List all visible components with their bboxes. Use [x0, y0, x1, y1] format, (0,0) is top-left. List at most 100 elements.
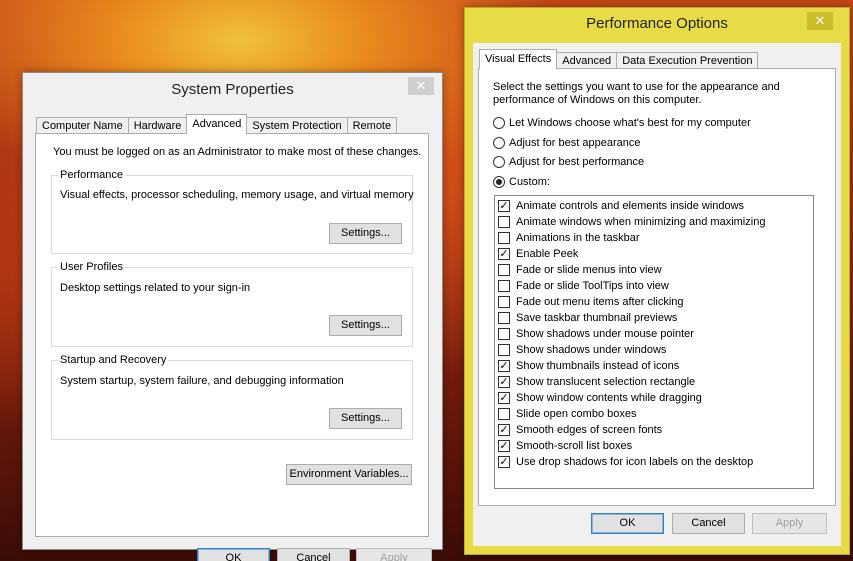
- effect-option[interactable]: Save taskbar thumbnail previews: [498, 310, 677, 326]
- close-icon[interactable]: ✕: [408, 77, 434, 95]
- tab-system-protection[interactable]: System Protection: [246, 117, 348, 134]
- checkbox-unchecked[interactable]: [498, 312, 510, 324]
- radio-label: Custom:: [509, 176, 550, 188]
- performance-group-title: Performance: [58, 169, 125, 181]
- startup-recovery-settings-button[interactable]: Settings...: [329, 408, 402, 429]
- radio-label: Adjust for best appearance: [509, 137, 641, 149]
- effect-option[interactable]: Slide open combo boxes: [498, 406, 636, 422]
- cancel-button[interactable]: Cancel: [277, 548, 350, 561]
- checkbox-unchecked[interactable]: [498, 328, 510, 340]
- checkbox-checked[interactable]: ✓: [498, 456, 510, 468]
- radio-button[interactable]: [493, 156, 505, 168]
- effect-option[interactable]: Show shadows under windows: [498, 342, 666, 358]
- radio-best-performance[interactable]: Adjust for best performance: [493, 156, 644, 168]
- effect-option[interactable]: Animations in the taskbar: [498, 230, 640, 246]
- user-profiles-group-title: User Profiles: [58, 261, 125, 273]
- checkbox-unchecked[interactable]: [498, 216, 510, 228]
- system-properties-tabs: Computer Name Hardware Advanced System P…: [36, 114, 398, 134]
- intro-text-line2: performance of Windows on this computer.: [493, 94, 702, 106]
- effect-option[interactable]: ✓ Smooth edges of screen fonts: [498, 422, 662, 438]
- radio-button[interactable]: [493, 176, 505, 188]
- checkbox-unchecked[interactable]: [498, 264, 510, 276]
- effect-label: Save taskbar thumbnail previews: [516, 312, 678, 324]
- effect-label: Animate windows when minimizing and maxi…: [516, 216, 766, 228]
- checkbox-checked[interactable]: ✓: [498, 248, 510, 260]
- effect-option[interactable]: ✓ Show window contents while dragging: [498, 390, 702, 406]
- effect-label: Animate controls and elements inside win…: [516, 200, 745, 212]
- effect-label: Fade or slide ToolTips into view: [516, 280, 669, 292]
- performance-options-client: Visual Effects Advanced Data Execution P…: [473, 43, 841, 546]
- effect-option[interactable]: ✓ Enable Peek: [498, 246, 578, 262]
- radio-best-appearance[interactable]: Adjust for best appearance: [493, 137, 640, 149]
- tab-advanced[interactable]: Advanced: [186, 114, 248, 134]
- performance-options-window: Performance Options ✕ Visual Effects Adv…: [464, 7, 850, 555]
- system-properties-client: Computer Name Hardware Advanced System P…: [23, 109, 442, 561]
- effect-option[interactable]: Animate windows when minimizing and maxi…: [498, 214, 765, 230]
- effect-label: Enable Peek: [516, 248, 579, 260]
- checkbox-unchecked[interactable]: [498, 232, 510, 244]
- radio-custom[interactable]: Custom:: [493, 176, 550, 188]
- system-properties-title: System Properties: [171, 81, 294, 98]
- checkbox-checked[interactable]: ✓: [498, 360, 510, 372]
- checkbox-checked[interactable]: ✓: [498, 376, 510, 388]
- effect-option[interactable]: ✓ Use drop shadows for icon labels on the…: [498, 454, 753, 470]
- checkbox-checked[interactable]: ✓: [498, 424, 510, 436]
- visual-effects-checklist[interactable]: ✓ Animate controls and elements inside wi…: [494, 195, 814, 489]
- radio-label: Let Windows choose what's best for my co…: [509, 117, 751, 129]
- tab-computer-name[interactable]: Computer Name: [36, 117, 129, 134]
- effect-label: Show translucent selection rectangle: [516, 376, 696, 388]
- system-properties-window: System Properties ✕ Computer Name Hardwa…: [22, 72, 443, 561]
- effect-option[interactable]: ✓ Smooth-scroll list boxes: [498, 438, 632, 454]
- ok-button[interactable]: OK: [591, 513, 664, 534]
- tab-hardware[interactable]: Hardware: [127, 117, 188, 134]
- tab-advanced[interactable]: Advanced: [556, 52, 618, 69]
- checkbox-checked[interactable]: ✓: [498, 392, 510, 404]
- cancel-button[interactable]: Cancel: [672, 513, 745, 534]
- effect-label: Use drop shadows for icon labels on the …: [516, 456, 754, 468]
- effect-option[interactable]: Fade or slide ToolTips into view: [498, 278, 669, 294]
- user-profiles-description: Desktop settings related to your sign-in: [60, 282, 251, 294]
- effect-label: Show thumbnails instead of icons: [516, 360, 680, 372]
- radio-label: Adjust for best performance: [509, 156, 645, 168]
- tab-visual-effects[interactable]: Visual Effects: [479, 49, 558, 69]
- performance-group: Performance Visual effects, processor sc…: [51, 169, 414, 254]
- effect-label: Show shadows under mouse pointer: [516, 328, 694, 340]
- radio-button[interactable]: [493, 137, 505, 149]
- tab-data-execution-prevention[interactable]: Data Execution Prevention: [616, 52, 759, 69]
- startup-recovery-group: Startup and Recovery System startup, sys…: [51, 354, 413, 440]
- environment-variables-button[interactable]: Environment Variables...: [286, 464, 412, 485]
- effect-option[interactable]: ✓ Animate controls and elements inside wi…: [498, 198, 744, 214]
- user-profiles-settings-button[interactable]: Settings...: [329, 315, 402, 336]
- intro-text-line1: Select the settings you want to use for …: [493, 81, 780, 93]
- effect-label: Animations in the taskbar: [516, 232, 640, 244]
- user-profiles-group: User Profiles Desktop settings related t…: [51, 261, 413, 347]
- effect-label: Fade or slide menus into view: [516, 264, 662, 276]
- effect-label: Slide open combo boxes: [516, 408, 637, 420]
- performance-settings-button[interactable]: Settings...: [329, 223, 402, 244]
- startup-recovery-description: System startup, system failure, and debu…: [60, 375, 344, 387]
- tab-remote[interactable]: Remote: [346, 117, 398, 134]
- advanced-tab-panel: You must be logged on as an Administrato…: [35, 133, 429, 537]
- effect-option[interactable]: ✓ Show translucent selection rectangle: [498, 374, 695, 390]
- apply-button: Apply: [356, 548, 432, 561]
- checkbox-checked[interactable]: ✓: [498, 440, 510, 452]
- radio-let-windows-choose[interactable]: Let Windows choose what's best for my co…: [493, 117, 751, 129]
- performance-options-tabs: Visual Effects Advanced Data Execution P…: [479, 49, 759, 69]
- effect-label: Smooth-scroll list boxes: [516, 440, 633, 452]
- checkbox-unchecked[interactable]: [498, 280, 510, 292]
- visual-effects-panel: Select the settings you want to use for …: [478, 68, 836, 506]
- effect-label: Show shadows under windows: [516, 344, 667, 356]
- effect-option[interactable]: Fade out menu items after clicking: [498, 294, 684, 310]
- effect-option[interactable]: Fade or slide menus into view: [498, 262, 662, 278]
- checkbox-unchecked[interactable]: [498, 408, 510, 420]
- close-icon[interactable]: ✕: [807, 12, 833, 30]
- ok-button[interactable]: OK: [197, 548, 270, 561]
- radio-button[interactable]: [493, 117, 505, 129]
- effect-option[interactable]: ✓ Show thumbnails instead of icons: [498, 358, 679, 374]
- effect-option[interactable]: Show shadows under mouse pointer: [498, 326, 694, 342]
- performance-options-title: Performance Options: [586, 15, 728, 32]
- checkbox-unchecked[interactable]: [498, 296, 510, 308]
- checkbox-unchecked[interactable]: [498, 344, 510, 356]
- apply-button: Apply: [752, 513, 827, 534]
- checkbox-checked[interactable]: ✓: [498, 200, 510, 212]
